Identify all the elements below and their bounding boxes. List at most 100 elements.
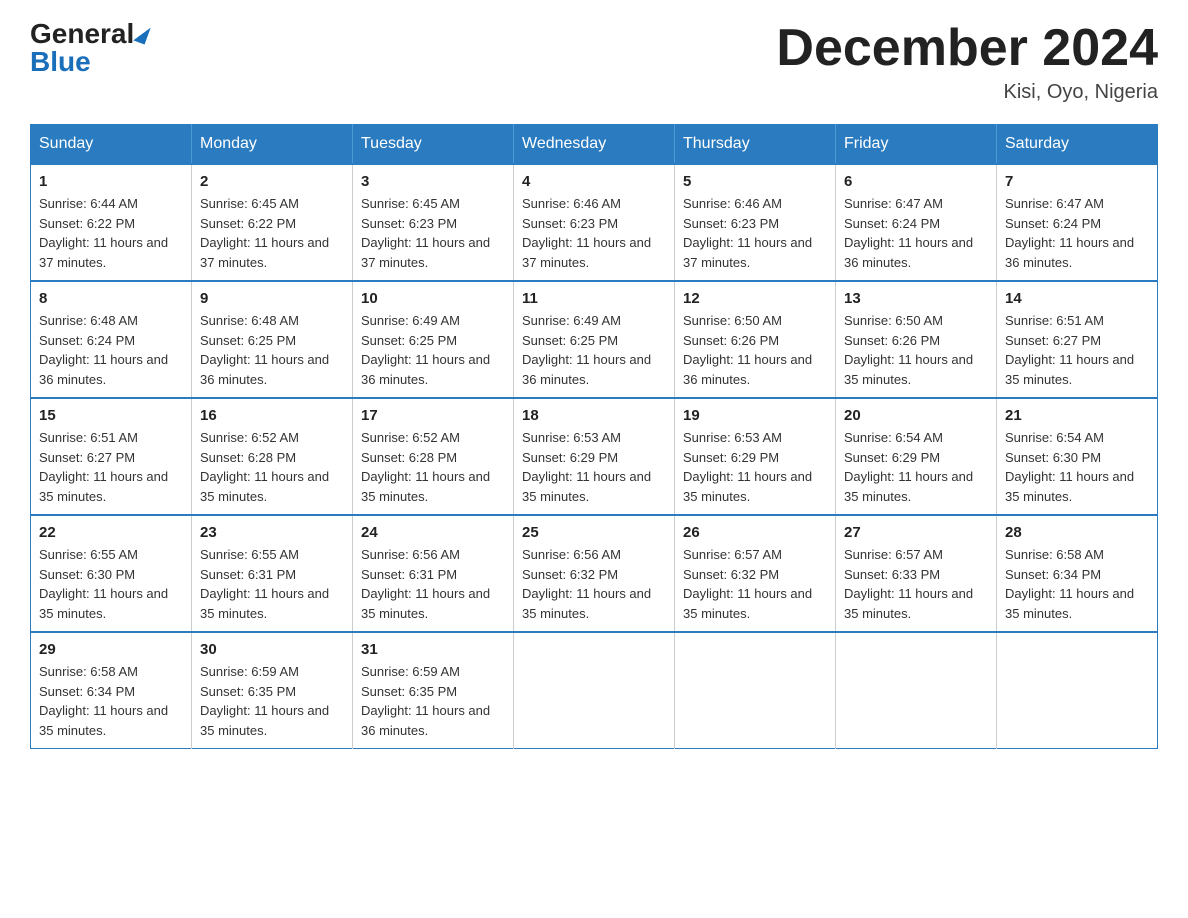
day-number: 29 [39,641,183,658]
calendar-cell: 23 Sunrise: 6:55 AM Sunset: 6:31 PM Dayl… [192,515,353,632]
calendar-cell: 11 Sunrise: 6:49 AM Sunset: 6:25 PM Dayl… [514,281,675,398]
calendar-body: 1 Sunrise: 6:44 AM Sunset: 6:22 PM Dayli… [31,164,1158,749]
calendar-cell: 1 Sunrise: 6:44 AM Sunset: 6:22 PM Dayli… [31,164,192,281]
calendar-cell: 28 Sunrise: 6:58 AM Sunset: 6:34 PM Dayl… [997,515,1158,632]
calendar-cell: 7 Sunrise: 6:47 AM Sunset: 6:24 PM Dayli… [997,164,1158,281]
day-number: 17 [361,407,505,424]
title-section: December 2024 Kisi, Oyo, Nigeria [776,20,1158,104]
calendar-subtitle: Kisi, Oyo, Nigeria [776,81,1158,104]
day-number: 28 [1005,524,1149,541]
calendar-cell: 9 Sunrise: 6:48 AM Sunset: 6:25 PM Dayli… [192,281,353,398]
calendar-cell: 22 Sunrise: 6:55 AM Sunset: 6:30 PM Dayl… [31,515,192,632]
calendar-cell: 4 Sunrise: 6:46 AM Sunset: 6:23 PM Dayli… [514,164,675,281]
calendar-cell [514,632,675,749]
calendar-cell: 26 Sunrise: 6:57 AM Sunset: 6:32 PM Dayl… [675,515,836,632]
day-number: 3 [361,173,505,190]
day-info: Sunrise: 6:51 AM Sunset: 6:27 PM Dayligh… [39,428,183,506]
calendar-cell: 27 Sunrise: 6:57 AM Sunset: 6:33 PM Dayl… [836,515,997,632]
day-info: Sunrise: 6:44 AM Sunset: 6:22 PM Dayligh… [39,194,183,272]
header-monday: Monday [192,125,353,165]
day-number: 13 [844,290,988,307]
day-info: Sunrise: 6:45 AM Sunset: 6:22 PM Dayligh… [200,194,344,272]
day-number: 1 [39,173,183,190]
calendar-cell: 31 Sunrise: 6:59 AM Sunset: 6:35 PM Dayl… [353,632,514,749]
calendar-cell: 25 Sunrise: 6:56 AM Sunset: 6:32 PM Dayl… [514,515,675,632]
calendar-cell: 14 Sunrise: 6:51 AM Sunset: 6:27 PM Dayl… [997,281,1158,398]
week-row-5: 29 Sunrise: 6:58 AM Sunset: 6:34 PM Dayl… [31,632,1158,749]
header-friday: Friday [836,125,997,165]
day-number: 11 [522,290,666,307]
day-info: Sunrise: 6:46 AM Sunset: 6:23 PM Dayligh… [683,194,827,272]
day-info: Sunrise: 6:53 AM Sunset: 6:29 PM Dayligh… [683,428,827,506]
calendar-cell [675,632,836,749]
day-number: 4 [522,173,666,190]
week-row-3: 15 Sunrise: 6:51 AM Sunset: 6:27 PM Dayl… [31,398,1158,515]
calendar-cell: 3 Sunrise: 6:45 AM Sunset: 6:23 PM Dayli… [353,164,514,281]
day-info: Sunrise: 6:55 AM Sunset: 6:31 PM Dayligh… [200,545,344,623]
day-number: 9 [200,290,344,307]
day-number: 18 [522,407,666,424]
day-info: Sunrise: 6:53 AM Sunset: 6:29 PM Dayligh… [522,428,666,506]
day-number: 23 [200,524,344,541]
calendar-cell: 19 Sunrise: 6:53 AM Sunset: 6:29 PM Dayl… [675,398,836,515]
day-number: 31 [361,641,505,658]
day-info: Sunrise: 6:54 AM Sunset: 6:29 PM Dayligh… [844,428,988,506]
calendar-cell: 8 Sunrise: 6:48 AM Sunset: 6:24 PM Dayli… [31,281,192,398]
day-number: 24 [361,524,505,541]
day-info: Sunrise: 6:46 AM Sunset: 6:23 PM Dayligh… [522,194,666,272]
page-header: General Blue December 2024 Kisi, Oyo, Ni… [30,20,1158,104]
day-info: Sunrise: 6:52 AM Sunset: 6:28 PM Dayligh… [361,428,505,506]
calendar-cell: 10 Sunrise: 6:49 AM Sunset: 6:25 PM Dayl… [353,281,514,398]
day-info: Sunrise: 6:49 AM Sunset: 6:25 PM Dayligh… [361,311,505,389]
day-info: Sunrise: 6:50 AM Sunset: 6:26 PM Dayligh… [683,311,827,389]
day-info: Sunrise: 6:57 AM Sunset: 6:32 PM Dayligh… [683,545,827,623]
day-info: Sunrise: 6:57 AM Sunset: 6:33 PM Dayligh… [844,545,988,623]
calendar-title: December 2024 [776,20,1158,77]
day-number: 10 [361,290,505,307]
day-info: Sunrise: 6:47 AM Sunset: 6:24 PM Dayligh… [1005,194,1149,272]
calendar-cell [836,632,997,749]
day-info: Sunrise: 6:58 AM Sunset: 6:34 PM Dayligh… [1005,545,1149,623]
logo-blue-text: Blue [30,48,91,76]
day-number: 26 [683,524,827,541]
week-row-4: 22 Sunrise: 6:55 AM Sunset: 6:30 PM Dayl… [31,515,1158,632]
day-number: 15 [39,407,183,424]
calendar-cell: 12 Sunrise: 6:50 AM Sunset: 6:26 PM Dayl… [675,281,836,398]
header-sunday: Sunday [31,125,192,165]
header-tuesday: Tuesday [353,125,514,165]
calendar-cell: 17 Sunrise: 6:52 AM Sunset: 6:28 PM Dayl… [353,398,514,515]
week-row-2: 8 Sunrise: 6:48 AM Sunset: 6:24 PM Dayli… [31,281,1158,398]
day-number: 5 [683,173,827,190]
day-number: 21 [1005,407,1149,424]
week-row-1: 1 Sunrise: 6:44 AM Sunset: 6:22 PM Dayli… [31,164,1158,281]
calendar-cell: 5 Sunrise: 6:46 AM Sunset: 6:23 PM Dayli… [675,164,836,281]
day-number: 25 [522,524,666,541]
calendar-cell: 2 Sunrise: 6:45 AM Sunset: 6:22 PM Dayli… [192,164,353,281]
header-wednesday: Wednesday [514,125,675,165]
day-number: 14 [1005,290,1149,307]
day-info: Sunrise: 6:56 AM Sunset: 6:32 PM Dayligh… [522,545,666,623]
day-info: Sunrise: 6:48 AM Sunset: 6:25 PM Dayligh… [200,311,344,389]
day-info: Sunrise: 6:56 AM Sunset: 6:31 PM Dayligh… [361,545,505,623]
calendar-cell: 29 Sunrise: 6:58 AM Sunset: 6:34 PM Dayl… [31,632,192,749]
day-number: 30 [200,641,344,658]
header-row: SundayMondayTuesdayWednesdayThursdayFrid… [31,125,1158,165]
logo: General Blue [30,20,148,76]
logo-triangle-icon [134,23,151,44]
calendar-cell: 6 Sunrise: 6:47 AM Sunset: 6:24 PM Dayli… [836,164,997,281]
day-info: Sunrise: 6:59 AM Sunset: 6:35 PM Dayligh… [200,662,344,740]
header-thursday: Thursday [675,125,836,165]
day-info: Sunrise: 6:51 AM Sunset: 6:27 PM Dayligh… [1005,311,1149,389]
day-number: 19 [683,407,827,424]
calendar-cell: 30 Sunrise: 6:59 AM Sunset: 6:35 PM Dayl… [192,632,353,749]
calendar-cell: 16 Sunrise: 6:52 AM Sunset: 6:28 PM Dayl… [192,398,353,515]
calendar-cell: 21 Sunrise: 6:54 AM Sunset: 6:30 PM Dayl… [997,398,1158,515]
day-info: Sunrise: 6:59 AM Sunset: 6:35 PM Dayligh… [361,662,505,740]
calendar-cell: 24 Sunrise: 6:56 AM Sunset: 6:31 PM Dayl… [353,515,514,632]
day-info: Sunrise: 6:49 AM Sunset: 6:25 PM Dayligh… [522,311,666,389]
day-info: Sunrise: 6:45 AM Sunset: 6:23 PM Dayligh… [361,194,505,272]
calendar-header: SundayMondayTuesdayWednesdayThursdayFrid… [31,125,1158,165]
day-number: 12 [683,290,827,307]
day-info: Sunrise: 6:55 AM Sunset: 6:30 PM Dayligh… [39,545,183,623]
day-info: Sunrise: 6:52 AM Sunset: 6:28 PM Dayligh… [200,428,344,506]
